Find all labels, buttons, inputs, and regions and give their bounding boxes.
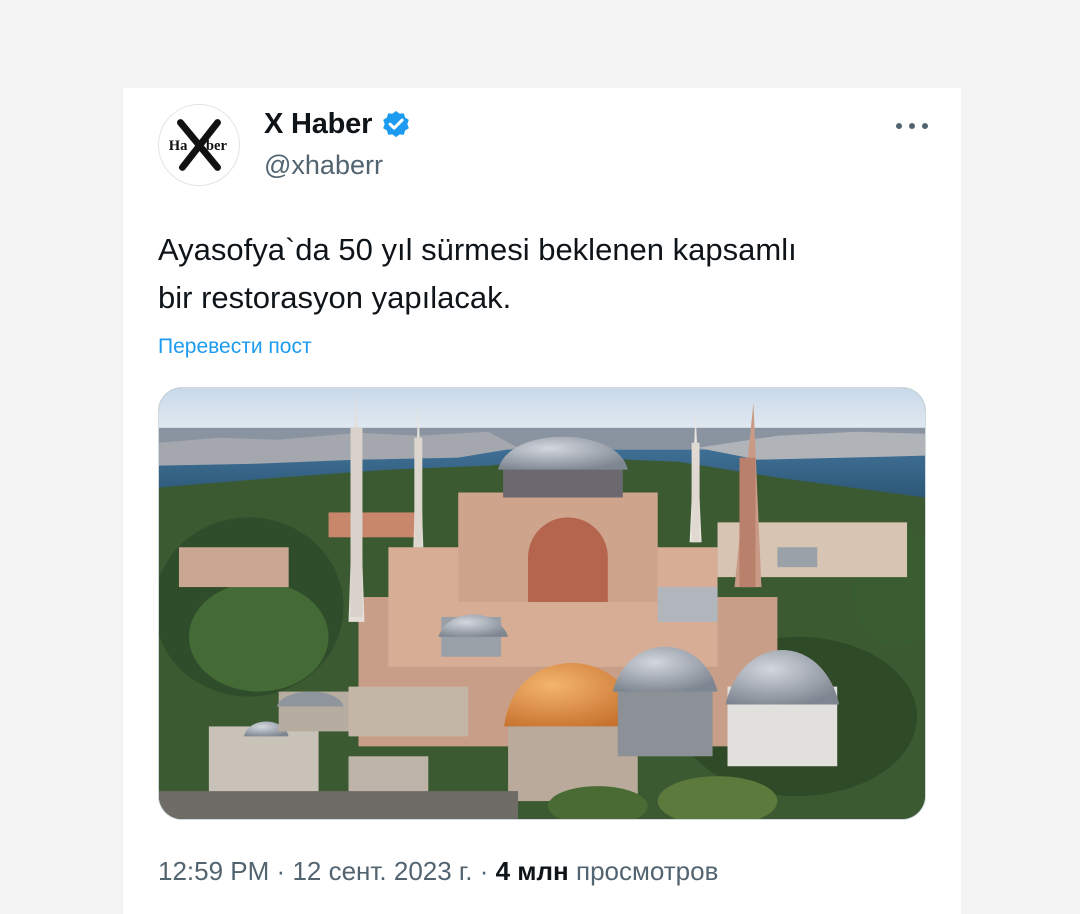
more-dot-icon bbox=[909, 123, 915, 129]
post-text: Ayasofya`da 50 yıl sürmesi beklenen kaps… bbox=[158, 226, 918, 322]
views-count: 4 млн bbox=[495, 856, 569, 886]
meta-separator: · bbox=[276, 856, 286, 886]
author-handle[interactable]: @xhaberr bbox=[264, 150, 383, 181]
views-label: просмотров bbox=[576, 856, 719, 886]
avatar-logo-icon: Ha ber bbox=[159, 105, 239, 185]
translate-post-link[interactable]: Перевести пост bbox=[158, 335, 312, 359]
more-options-button[interactable] bbox=[892, 112, 932, 140]
post-time[interactable]: 12:59 PM bbox=[158, 856, 269, 886]
post-text-line: bir restorasyon yapılacak. bbox=[158, 280, 512, 315]
hagia-sophia-photo-icon bbox=[159, 388, 925, 819]
avatar[interactable]: Ha ber bbox=[158, 104, 240, 186]
meta-separator: · bbox=[479, 856, 489, 886]
post-media-image[interactable] bbox=[158, 387, 926, 820]
verified-badge-icon bbox=[383, 110, 410, 137]
post-text-line: Ayasofya`da 50 yıl sürmesi beklenen kaps… bbox=[158, 232, 797, 267]
author-display-name[interactable]: X Haber bbox=[264, 108, 372, 141]
svg-text:Ha: Ha bbox=[169, 138, 188, 154]
post-meta: 12:59 PM · 12 сент. 2023 г. · 4 млн прос… bbox=[158, 856, 718, 887]
more-dot-icon bbox=[896, 123, 902, 129]
more-dot-icon bbox=[922, 123, 928, 129]
post-date[interactable]: 12 сент. 2023 г. bbox=[292, 856, 472, 886]
author-name-row[interactable]: X Haber bbox=[264, 108, 412, 141]
svg-text:ber: ber bbox=[206, 138, 228, 154]
